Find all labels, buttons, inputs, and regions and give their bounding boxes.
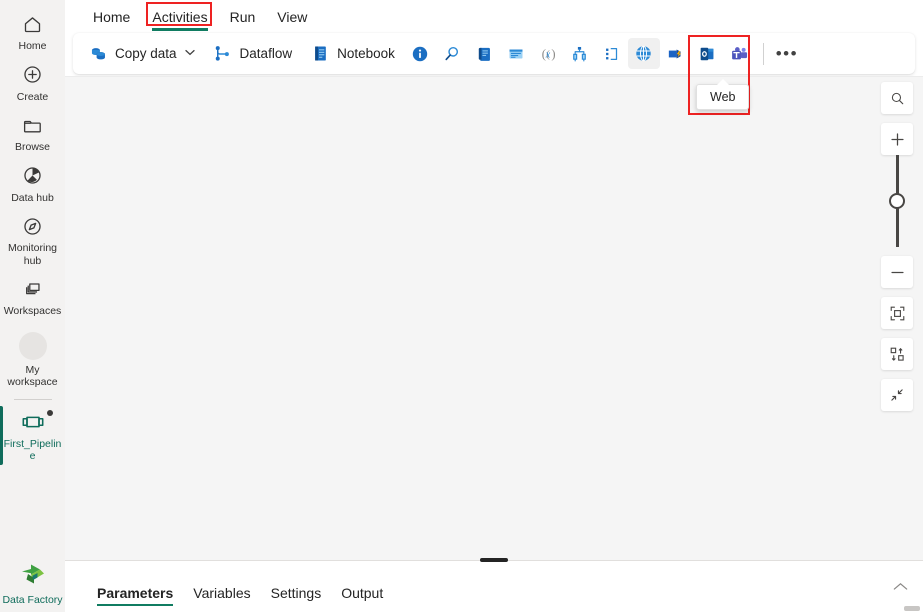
dataflow-label: Dataflow (239, 46, 293, 61)
get-metadata-button[interactable] (404, 38, 436, 69)
zoom-out-icon[interactable] (881, 256, 913, 288)
sidebar-item-workspaces[interactable]: Workspaces (0, 271, 65, 322)
stored-procedure-icon (506, 44, 526, 64)
switch-icon (570, 44, 590, 64)
append-variable-button[interactable] (596, 38, 628, 69)
web-tooltip: Web (696, 79, 750, 110)
bottom-tab-bar: Parameters Variables Settings Output (65, 561, 923, 612)
notebook-label: Notebook (337, 46, 395, 61)
sidebar-item-label: Home (18, 40, 47, 52)
tab-activities[interactable]: Activities (141, 9, 218, 32)
ribbon-toolbar-container: Copy data Dataflow Notebook (x () ••• (65, 32, 923, 76)
set-variable-icon: ( x ( ) (538, 44, 558, 64)
main-area: Home Activities Run View Copy data Dataf… (65, 0, 923, 612)
zoom-search-icon[interactable] (881, 82, 913, 114)
outlook-icon (698, 44, 718, 64)
sidebar-item-monitoring-hub[interactable]: Monitoring hub (0, 208, 65, 271)
sidebar-item-label: Workspaces (3, 305, 62, 317)
more-options-button[interactable]: ••• (771, 38, 803, 69)
teams-button[interactable] (724, 38, 756, 69)
pipeline-icon (21, 409, 45, 435)
outlook-button[interactable] (692, 38, 724, 69)
zoom-slider-thumb[interactable] (889, 193, 905, 209)
tab-output[interactable]: Output (331, 585, 393, 612)
get-metadata-icon (410, 44, 430, 64)
canvas-zoom-controls (881, 82, 913, 420)
left-navigation-rail: Home Create Browse Data hub Monitoring h (0, 0, 65, 612)
unsaved-indicator-dot (47, 409, 53, 416)
ribbon-tab-bar: Home Activities Run View (65, 0, 923, 32)
teams-icon (730, 44, 750, 64)
dataflow-button[interactable]: Dataflow (204, 38, 302, 69)
set-variable-button[interactable]: ( x ( ) (532, 38, 564, 69)
folder-icon (22, 112, 43, 138)
workspaces-icon (22, 276, 44, 302)
azure-function-icon (666, 44, 686, 64)
svg-text:): ) (551, 47, 555, 61)
tab-parameters[interactable]: Parameters (87, 585, 183, 612)
tab-run[interactable]: Run (219, 9, 267, 32)
plus-circle-icon (22, 62, 43, 88)
data-factory-logo (18, 561, 48, 592)
panel-resize-handle[interactable] (480, 558, 508, 562)
sidebar-item-label: Create (16, 90, 49, 103)
notebook-button[interactable]: Notebook (301, 38, 404, 69)
fit-to-screen-icon[interactable] (881, 297, 913, 329)
chevron-up-icon[interactable] (890, 578, 910, 596)
zoom-slider[interactable] (881, 155, 913, 247)
sidebar-item-first-pipeline[interactable]: First_Pipeline (0, 404, 65, 467)
ellipsis-icon: ••• (775, 43, 799, 63)
web-activity-button[interactable] (627, 38, 660, 69)
script-button[interactable] (468, 38, 500, 69)
rail-divider (13, 398, 52, 400)
web-icon (634, 44, 654, 64)
tooltip-label: Web (710, 90, 736, 104)
lookup-button[interactable] (436, 38, 468, 69)
chevron-down-icon[interactable] (184, 48, 195, 59)
dataflow-icon (213, 44, 233, 64)
sidebar-item-my-workspace[interactable]: My workspace (0, 322, 65, 393)
tab-home[interactable]: Home (82, 9, 141, 32)
sidebar-item-label: My workspace (7, 363, 58, 389)
switch-button[interactable] (564, 38, 596, 69)
copy-data-button[interactable]: Copy data (79, 38, 204, 69)
home-icon (22, 11, 43, 37)
script-icon (474, 44, 494, 64)
sidebar-item-label: First_Pipeline (3, 437, 62, 463)
collapse-canvas-icon[interactable] (881, 379, 913, 411)
copy-data-label: Copy data (115, 46, 177, 61)
brand-label: Data Factory (2, 594, 63, 606)
sidebar-item-label: Data hub (11, 191, 54, 204)
workspace-avatar (18, 331, 47, 361)
monitoring-hub-icon (22, 213, 43, 239)
lookup-icon (442, 44, 462, 64)
tab-variables[interactable]: Variables (183, 585, 260, 612)
fabric-data-factory-window: Home Create Browse Data hub Monitoring h (0, 0, 923, 612)
tab-settings[interactable]: Settings (261, 585, 332, 612)
stored-procedure-button[interactable] (500, 38, 532, 69)
activities-toolbar: Copy data Dataflow Notebook (x () ••• (73, 33, 915, 74)
sidebar-item-label: Monitoring hub (7, 242, 58, 267)
sidebar-item-home[interactable]: Home (0, 6, 65, 57)
sidebar-item-browse[interactable]: Browse (0, 107, 65, 158)
sidebar-item-data-hub[interactable]: Data hub (0, 158, 65, 209)
sidebar-item-create[interactable]: Create (0, 57, 65, 108)
sidebar-item-label: Browse (14, 141, 50, 153)
svg-text:(: ( (542, 47, 546, 61)
notebook-icon (310, 44, 330, 64)
brand-footer[interactable]: Data Factory (0, 561, 65, 606)
toolbar-divider (762, 42, 764, 65)
properties-bottom-panel: Parameters Variables Settings Output (65, 558, 923, 612)
data-hub-icon (22, 163, 43, 189)
horizontal-scrollbar[interactable] (904, 606, 920, 611)
append-variable-icon (602, 44, 622, 64)
copy-data-icon (88, 44, 108, 64)
zoom-in-icon[interactable] (881, 123, 913, 155)
pipeline-canvas[interactable] (65, 76, 923, 560)
tab-view[interactable]: View (266, 9, 318, 32)
azure-function-button[interactable] (660, 38, 692, 69)
auto-layout-icon[interactable] (881, 338, 913, 370)
